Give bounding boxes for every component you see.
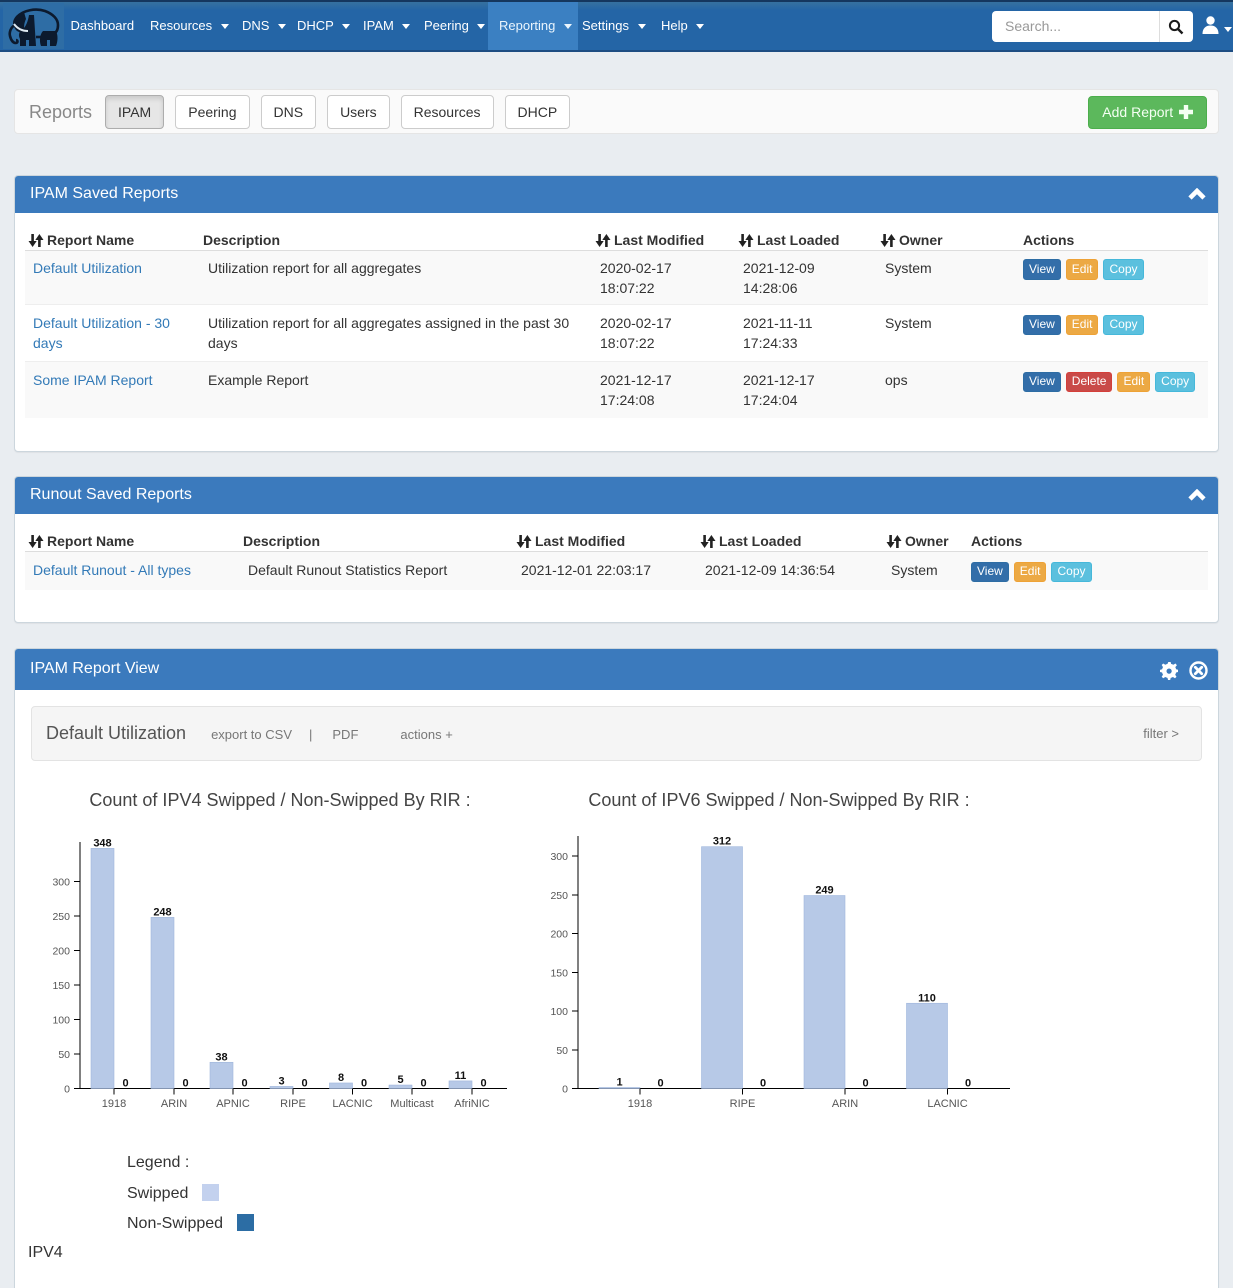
svg-text:RIPE: RIPE [730, 1098, 756, 1110]
svg-text:0: 0 [241, 1078, 247, 1090]
svg-text:248: 248 [153, 906, 171, 918]
svg-text:LACNIC: LACNIC [332, 1098, 372, 1110]
svg-text:0: 0 [657, 1078, 663, 1090]
svg-text:0: 0 [301, 1078, 307, 1090]
svg-text:3: 3 [278, 1075, 284, 1087]
svg-text:200: 200 [550, 929, 568, 941]
svg-text:8: 8 [338, 1072, 344, 1084]
svg-text:1: 1 [616, 1077, 622, 1089]
svg-text:ARIN: ARIN [161, 1098, 187, 1110]
svg-text:1918: 1918 [102, 1098, 126, 1110]
svg-text:312: 312 [713, 836, 731, 848]
svg-text:110: 110 [918, 992, 936, 1004]
svg-text:LACNIC: LACNIC [927, 1098, 967, 1110]
svg-text:0: 0 [122, 1078, 128, 1090]
svg-text:0: 0 [965, 1078, 971, 1090]
svg-text:0: 0 [480, 1078, 486, 1090]
svg-text:0: 0 [361, 1078, 367, 1090]
svg-text:11: 11 [455, 1070, 467, 1082]
svg-text:50: 50 [58, 1049, 70, 1061]
svg-text:0: 0 [760, 1078, 766, 1090]
svg-text:0: 0 [64, 1084, 70, 1096]
svg-text:1918: 1918 [628, 1098, 652, 1110]
svg-text:0: 0 [182, 1078, 188, 1090]
svg-text:100: 100 [52, 1015, 70, 1027]
svg-text:0: 0 [862, 1078, 868, 1090]
svg-text:Count of IPV4 Swipped / Non-Sw: Count of IPV4 Swipped / Non-Swipped By R… [89, 790, 470, 810]
svg-text:38: 38 [215, 1051, 227, 1063]
svg-text:0: 0 [562, 1084, 568, 1096]
svg-text:Count of IPV6 Swipped / Non-Sw: Count of IPV6 Swipped / Non-Swipped By R… [588, 790, 969, 810]
svg-text:5: 5 [397, 1074, 403, 1086]
svg-text:100: 100 [550, 1006, 568, 1018]
svg-text:AfriNIC: AfriNIC [454, 1098, 490, 1110]
svg-text:250: 250 [52, 911, 70, 923]
svg-text:200: 200 [52, 946, 70, 958]
svg-text:50: 50 [556, 1045, 568, 1057]
svg-text:APNIC: APNIC [216, 1098, 250, 1110]
svg-text:249: 249 [815, 885, 833, 897]
svg-text:250: 250 [550, 890, 568, 902]
svg-text:ARIN: ARIN [832, 1098, 858, 1110]
svg-text:150: 150 [52, 980, 70, 992]
svg-text:Multicast: Multicast [390, 1098, 433, 1110]
svg-text:300: 300 [550, 851, 568, 863]
svg-text:RIPE: RIPE [280, 1098, 306, 1110]
svg-text:300: 300 [52, 877, 70, 889]
svg-text:0: 0 [420, 1078, 426, 1090]
svg-text:150: 150 [550, 967, 568, 979]
svg-text:348: 348 [93, 837, 111, 849]
